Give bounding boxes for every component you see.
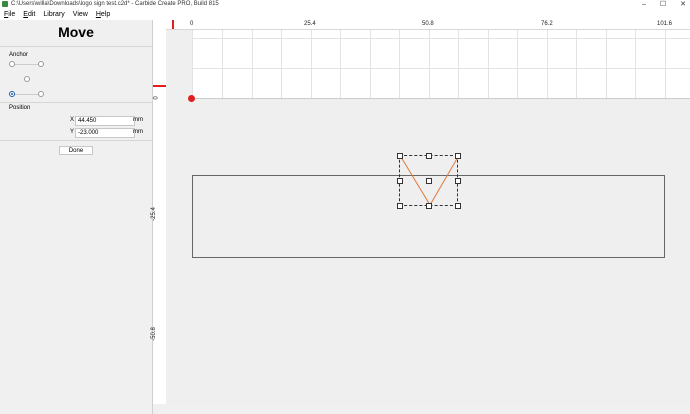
move-handle[interactable]: [426, 178, 432, 184]
resize-handle[interactable]: [426, 153, 432, 159]
resize-handle[interactable]: [455, 153, 461, 159]
resize-handle[interactable]: [397, 178, 403, 184]
v-shape-path[interactable]: [0, 0, 690, 414]
resize-handle[interactable]: [455, 178, 461, 184]
resize-handle[interactable]: [426, 203, 432, 209]
resize-handle[interactable]: [397, 203, 403, 209]
horizontal-scrollbar[interactable]: [153, 404, 690, 414]
resize-handle[interactable]: [397, 153, 403, 159]
resize-handle[interactable]: [455, 203, 461, 209]
